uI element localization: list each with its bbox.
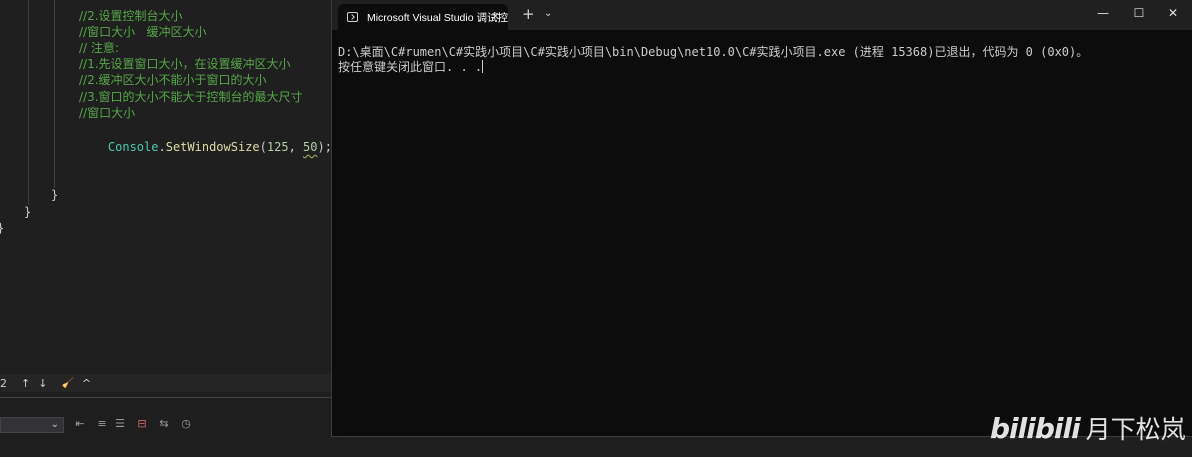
- maximize-button[interactable]: ☐: [1122, 0, 1156, 26]
- console-output[interactable]: D:\桌面\C#rumen\C#实践小项目\C#实践小项目\bin\Debug\…: [338, 45, 1182, 75]
- broom-icon[interactable]: 🧹: [61, 378, 73, 389]
- minimize-button[interactable]: —: [1086, 0, 1120, 26]
- tab-title: Microsoft Visual Studio 调试控: [366, 11, 508, 24]
- code-class-name: Console: [107, 140, 159, 154]
- code-number: 50: [303, 140, 318, 154]
- code-comment-line: //窗口大小: [79, 106, 136, 120]
- code-brace: }: [51, 188, 59, 202]
- clock-icon[interactable]: ◷: [180, 418, 192, 430]
- indent-guide: [28, 0, 29, 205]
- code-statement-line: Console.SetWindowSize(125, 50);: [79, 122, 332, 154]
- terminal-icon: [347, 12, 358, 22]
- code-punct: ,: [288, 140, 304, 154]
- close-window-button[interactable]: ✕: [1156, 0, 1190, 26]
- code-punct: .: [158, 140, 166, 154]
- console-line: 按任意键关闭此窗口. . .: [338, 60, 483, 74]
- find-next-button[interactable]: ↓: [38, 377, 47, 390]
- align-left-icon[interactable]: ⇤: [74, 418, 86, 430]
- console-tab[interactable]: Microsoft Visual Studio 调试控 ✕: [338, 4, 508, 30]
- code-comment-line: //2.缓冲区大小不能小于窗口的大小: [79, 73, 267, 87]
- watermark-author: 月下松岚: [1085, 415, 1186, 444]
- code-comment-line: //1.先设置窗口大小，在设置缓冲区大小: [79, 57, 291, 71]
- code-comment-line: //2.设置控制台大小: [79, 9, 183, 23]
- bilibili-logo: bilibili: [990, 411, 1081, 445]
- code-comment-line: //窗口大小 缓冲区大小: [79, 25, 207, 39]
- new-tab-button[interactable]: +: [522, 7, 535, 22]
- console-scrollbar[interactable]: [1184, 30, 1192, 435]
- console-line: D:\桌面\C#rumen\C#实践小项目\C#实践小项目\bin\Debug\…: [338, 45, 1089, 59]
- word-wrap-icon[interactable]: ⇆: [158, 418, 170, 430]
- console-line-prompt: 按任意键关闭此窗口. . .: [338, 60, 1182, 75]
- clear-all-icon[interactable]: ⊟: [136, 418, 148, 430]
- code-number: 125: [266, 140, 289, 154]
- code-comment-line: //3.窗口的大小不能大于控制台的最大尺寸: [79, 90, 303, 104]
- find-previous-button[interactable]: ↑: [21, 377, 30, 390]
- code-method-name: SetWindowSize: [165, 140, 260, 154]
- find-result-count: 2: [0, 376, 7, 390]
- code-punct: );: [317, 140, 332, 154]
- code-punct: (: [259, 140, 267, 154]
- text-cursor: [482, 60, 484, 73]
- code-brace: }: [0, 220, 4, 237]
- title-bar[interactable]: Microsoft Visual Studio 调试控 ✕ + ⌄ — ☐ ✕: [332, 0, 1192, 30]
- tab-close-icon[interactable]: ✕: [491, 10, 500, 23]
- indent-guide: [54, 0, 55, 188]
- code-editor[interactable]: //2.设置控制台大小 //窗口大小 缓冲区大小 // 注意: //1.先设置窗…: [0, 0, 340, 374]
- indent-icon[interactable]: ≡: [96, 418, 108, 430]
- debug-console-window[interactable]: Microsoft Visual Studio 调试控 ✕ + ⌄ — ☐ ✕ …: [331, 0, 1192, 437]
- code-brace: }: [24, 205, 32, 219]
- output-panel: ⌄ ⇤ ≡ ☰ ⊟ ⇆ ◷: [0, 397, 340, 457]
- find-bar: 2 ↑ ↓ 🧹 ^: [0, 374, 340, 392]
- list-icon[interactable]: ☰: [114, 418, 126, 430]
- watermark: bilibili 月下松岚: [990, 408, 1186, 448]
- chevron-up-icon[interactable]: ^: [82, 377, 91, 390]
- output-source-select[interactable]: ⌄: [0, 417, 64, 433]
- chevron-down-icon[interactable]: ⌄: [544, 8, 552, 19]
- code-comment-line: // 注意:: [79, 41, 119, 55]
